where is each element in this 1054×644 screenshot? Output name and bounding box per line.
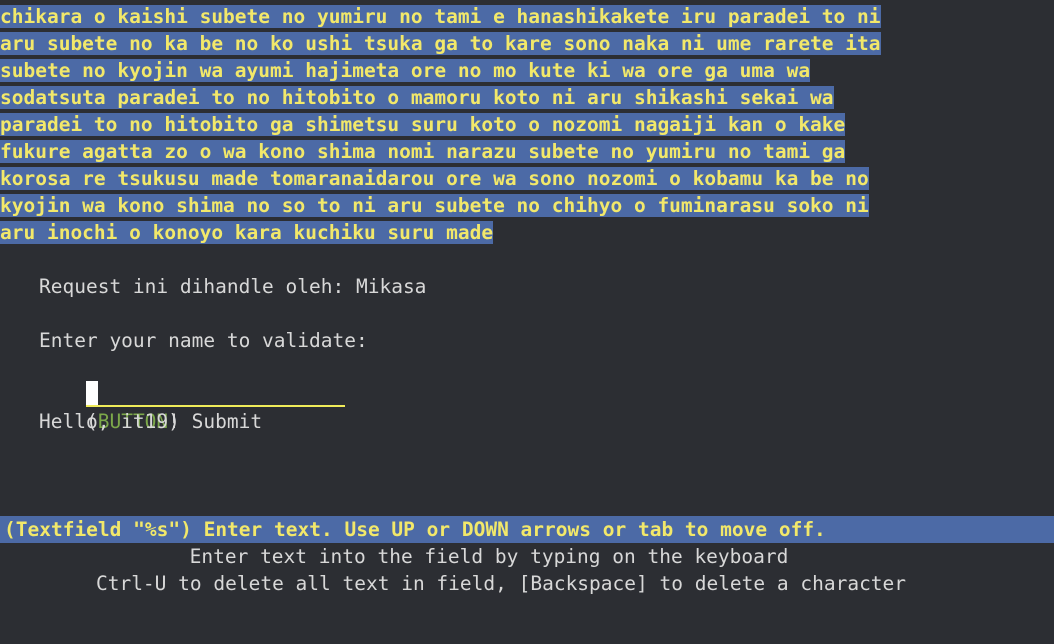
lyrics-line-2: aru subete no ka be no ko ushi tsuka ga … — [0, 30, 881, 57]
lyrics-line-4: sodatsuta paradei to no hitobito o mamor… — [0, 84, 834, 111]
lyrics-text: paradei to no hitobito ga shimetsu suru … — [0, 113, 846, 136]
name-input-field[interactable] — [85, 381, 345, 407]
help-status-bar: (Textfield "%s") Enter text. Use UP or D… — [0, 516, 1054, 543]
lyrics-text: korosa re tsukusu made tomaranaidarou or… — [0, 167, 869, 190]
lyrics-text: kyojin wa kono shima no so to ni aru sub… — [0, 194, 869, 217]
handled-by-text: Request ini dihandle oleh: Mikasa — [39, 275, 427, 298]
lyrics-text: aru subete no ka be no ko ushi tsuka ga … — [0, 32, 881, 55]
lyrics-text: aru inochi o konoyo kara kuchiku suru ma… — [0, 221, 494, 244]
terminal-window: chikara o kaishi subete no yumiru no tam… — [0, 0, 1054, 644]
greeting-text: Hello, it19! — [39, 410, 180, 433]
lyrics-text: subete no kyojin wa ayumi hajimeta ore n… — [0, 59, 811, 82]
lyrics-text: fukure agatta zo o wa kono shima nomi na… — [0, 140, 846, 163]
lyrics-line-7: korosa re tsukusu made tomaranaidarou or… — [0, 165, 869, 192]
help-line-1: Enter text into the field by typing on t… — [189, 545, 789, 568]
lyrics-line-9: aru inochi o konoyo kara kuchiku suru ma… — [0, 219, 494, 246]
text-cursor — [85, 381, 98, 405]
lyrics-line-6: fukure agatta zo o wa kono shima nomi na… — [0, 138, 846, 165]
help-line-2: Ctrl-U to delete all text in field, [Bac… — [95, 572, 907, 595]
lyrics-line-1: chikara o kaishi subete no yumiru no tam… — [0, 3, 881, 30]
form-row: (BUTTON) Submit — [39, 354, 345, 433]
lyrics-line-5: paradei to no hitobito ga shimetsu suru … — [0, 111, 846, 138]
lyrics-text: chikara o kaishi subete no yumiru no tam… — [0, 5, 881, 28]
name-prompt-label: Enter your name to validate: — [39, 329, 368, 352]
lyrics-line-3: subete no kyojin wa ayumi hajimeta ore n… — [0, 57, 811, 84]
lyrics-line-8: kyojin wa kono shima no so to ni aru sub… — [0, 192, 869, 219]
submit-label: Submit — [191, 410, 263, 433]
lyrics-text: sodatsuta paradei to no hitobito o mamor… — [0, 86, 834, 109]
